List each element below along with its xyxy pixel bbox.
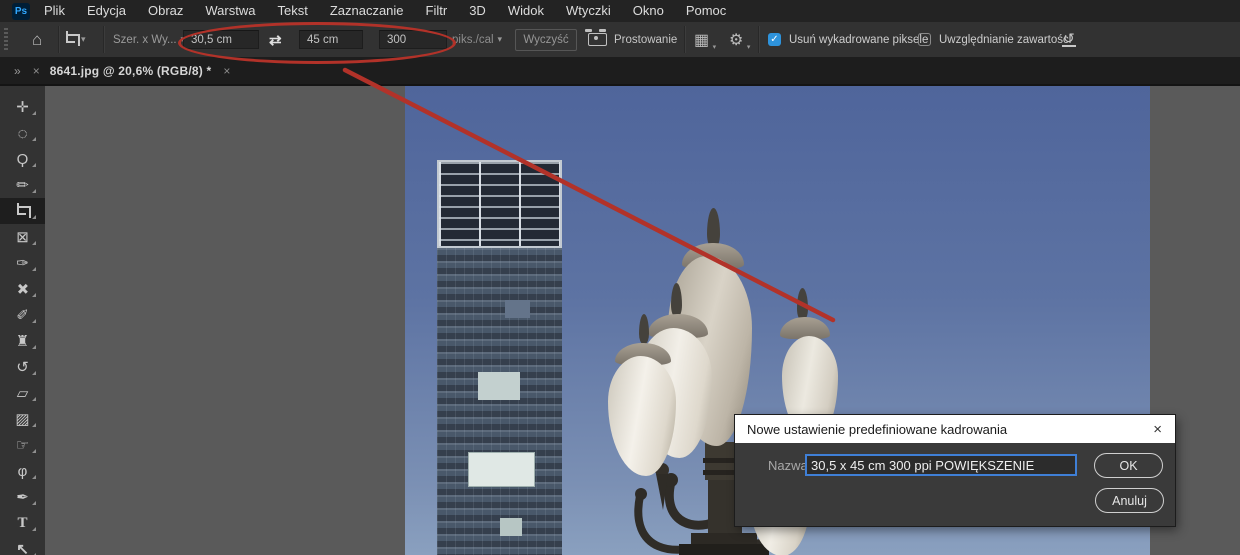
eraser-icon: ▱	[17, 386, 29, 401]
crop-width-input[interactable]	[183, 30, 259, 49]
tool-quick-selection[interactable]: ✏	[0, 172, 45, 198]
tools-panel: ✛ ◌ Ϙ ✏ ⊠ ✑ ✚ ✐ ♜ ↺ ▱ ▨ ☞ φ ✒ T ↖	[0, 85, 45, 555]
tool-dodge[interactable]: φ	[0, 458, 45, 484]
tool-gradient[interactable]: ▨	[0, 406, 45, 432]
clear-button[interactable]: Wyczyść	[515, 29, 577, 51]
selection-arrow-icon: ↖	[16, 542, 29, 555]
pen-icon: ✒	[16, 490, 29, 505]
dialog-title: Nowe ustawienie predefiniowane kadrowani…	[747, 422, 1153, 437]
document-tab[interactable]: 8641.jpg @ 20,6% (RGB/8) *	[50, 64, 212, 78]
swap-width-height-button[interactable]: ⇄	[269, 22, 282, 57]
tool-move[interactable]: ✛	[0, 94, 45, 120]
photoshop-window: Ps Plik Edycja Obraz Warstwa Tekst Zazna…	[0, 0, 1240, 555]
brush-icon: ✐	[16, 308, 29, 323]
crop-height-input[interactable]	[299, 30, 363, 49]
swap-arrows-icon: ⇄	[269, 31, 282, 49]
workspace: ✛ ◌ Ϙ ✏ ⊠ ✑ ✚ ✐ ♜ ↺ ▱ ▨ ☞ φ ✒ T ↖	[0, 85, 1240, 555]
move-icon: ✛	[16, 100, 29, 115]
tab-overflow-icon[interactable]: »	[14, 64, 21, 78]
lasso-icon: Ϙ	[17, 152, 29, 167]
tool-eraser[interactable]: ▱	[0, 380, 45, 406]
clone-stamp-icon: ♜	[16, 334, 29, 349]
menu-warstwa[interactable]: Warstwa	[194, 0, 266, 22]
tool-eyedropper[interactable]: ✑	[0, 250, 45, 276]
separator	[58, 26, 60, 53]
frame-icon: ⊠	[16, 230, 29, 245]
crop-settings-button[interactable]: ⚙▾	[729, 22, 743, 57]
menu-okno[interactable]: Okno	[622, 0, 675, 22]
smudge-icon: ☞	[16, 438, 29, 453]
menu-edycja[interactable]: Edycja	[76, 0, 137, 22]
checkbox-checked-icon[interactable]: ✓	[768, 33, 781, 46]
separator	[758, 26, 760, 53]
tab-close-icon[interactable]: ×	[33, 64, 40, 78]
menu-tekst[interactable]: Tekst	[266, 0, 318, 22]
tool-history-brush[interactable]: ↺	[0, 354, 45, 380]
crop-resolution-input[interactable]	[379, 30, 447, 49]
home-icon[interactable]: ⌂	[32, 22, 42, 57]
new-crop-preset-dialog: Nowe ustawienie predefiniowane kadrowani…	[735, 415, 1175, 526]
dialog-body: Nazwa: OK Anuluj	[735, 443, 1175, 526]
ok-button[interactable]: OK	[1094, 453, 1163, 478]
separator	[103, 26, 105, 53]
tool-lasso[interactable]: Ϙ	[0, 146, 45, 172]
tool-brush[interactable]: ✐	[0, 302, 45, 328]
tool-type[interactable]: T	[0, 510, 45, 536]
cancel-button[interactable]: Anuluj	[1095, 488, 1164, 513]
chevron-down-icon: ▾	[81, 34, 86, 45]
type-icon: T	[17, 516, 27, 531]
tool-clone-stamp[interactable]: ♜	[0, 328, 45, 354]
history-brush-icon: ↺	[16, 360, 29, 375]
crop-tool-icon	[66, 34, 77, 45]
preset-name-input[interactable]	[805, 454, 1077, 476]
tool-path-selection[interactable]: ↖	[0, 536, 45, 555]
grid-overlay-icon: ▦	[694, 30, 709, 50]
eyedropper-icon: ✑	[16, 256, 29, 271]
photoshop-logo-icon[interactable]: Ps	[12, 3, 30, 20]
healing-brush-icon: ✚	[13, 279, 33, 299]
separator	[684, 26, 686, 53]
dialog-title-bar[interactable]: Nowe ustawienie predefiniowane kadrowani…	[735, 415, 1175, 443]
menu-zaznaczanie[interactable]: Zaznaczanie	[319, 0, 415, 22]
straighten-label[interactable]: Prostowanie	[614, 22, 677, 57]
dodge-icon: φ	[18, 464, 28, 479]
menu-pomoc[interactable]: Pomoc	[675, 0, 737, 22]
menu-3d[interactable]: 3D	[458, 0, 497, 22]
crop-options-bar: ⌂ ▾ Szer. x Wy... ▾ ⇄ piks./cal ▾ Wyczyś…	[0, 22, 1240, 58]
tool-smudge[interactable]: ☞	[0, 432, 45, 458]
aspect-ratio-dropdown[interactable]: Szer. x Wy... ▾	[113, 22, 185, 57]
menu-plik[interactable]: Plik	[33, 0, 76, 22]
delete-cropped-pixels-option[interactable]: ✓ Usuń wykadrowane piksele	[768, 22, 928, 57]
gradient-icon: ▨	[15, 412, 29, 427]
crop-tool-preset-button[interactable]: ▾	[66, 22, 86, 57]
reset-icon: ↺	[1062, 32, 1076, 47]
tool-crop[interactable]	[0, 198, 45, 224]
crop-overlay-options-button[interactable]: ▦▾	[694, 22, 709, 57]
menu-obraz[interactable]: Obraz	[137, 0, 194, 22]
marquee-icon: ◌	[17, 126, 27, 141]
menu-bar: Ps Plik Edycja Obraz Warstwa Tekst Zazna…	[0, 0, 1240, 23]
resolution-unit-dropdown[interactable]: piks./cal ▾	[452, 22, 502, 57]
tool-pen[interactable]: ✒	[0, 484, 45, 510]
menu-wtyczki[interactable]: Wtyczki	[555, 0, 622, 22]
dialog-close-icon[interactable]: ×	[1153, 422, 1162, 437]
gear-icon: ⚙	[729, 30, 743, 50]
straighten-icon[interactable]	[588, 22, 607, 57]
tool-spot-healing[interactable]: ✚	[0, 276, 45, 302]
document-tab-bar: » × 8641.jpg @ 20,6% (RGB/8) * ×	[0, 57, 1240, 86]
menu-widok[interactable]: Widok	[497, 0, 555, 22]
menu-filtr[interactable]: Filtr	[415, 0, 459, 22]
crop-icon	[17, 206, 28, 217]
chevron-down-icon: ▾	[498, 34, 503, 45]
grip-handle[interactable]	[4, 28, 8, 51]
quick-selection-icon: ✏	[16, 178, 29, 193]
reset-tool-button[interactable]: ↺	[1062, 22, 1076, 57]
content-aware-option[interactable]: Uwzględnianie zawartości	[918, 22, 1071, 57]
tab-close-icon[interactable]: ×	[223, 64, 230, 78]
checkbox-unchecked-icon[interactable]	[918, 33, 931, 46]
tool-elliptical-marquee[interactable]: ◌	[0, 120, 45, 146]
tool-frame[interactable]: ⊠	[0, 224, 45, 250]
